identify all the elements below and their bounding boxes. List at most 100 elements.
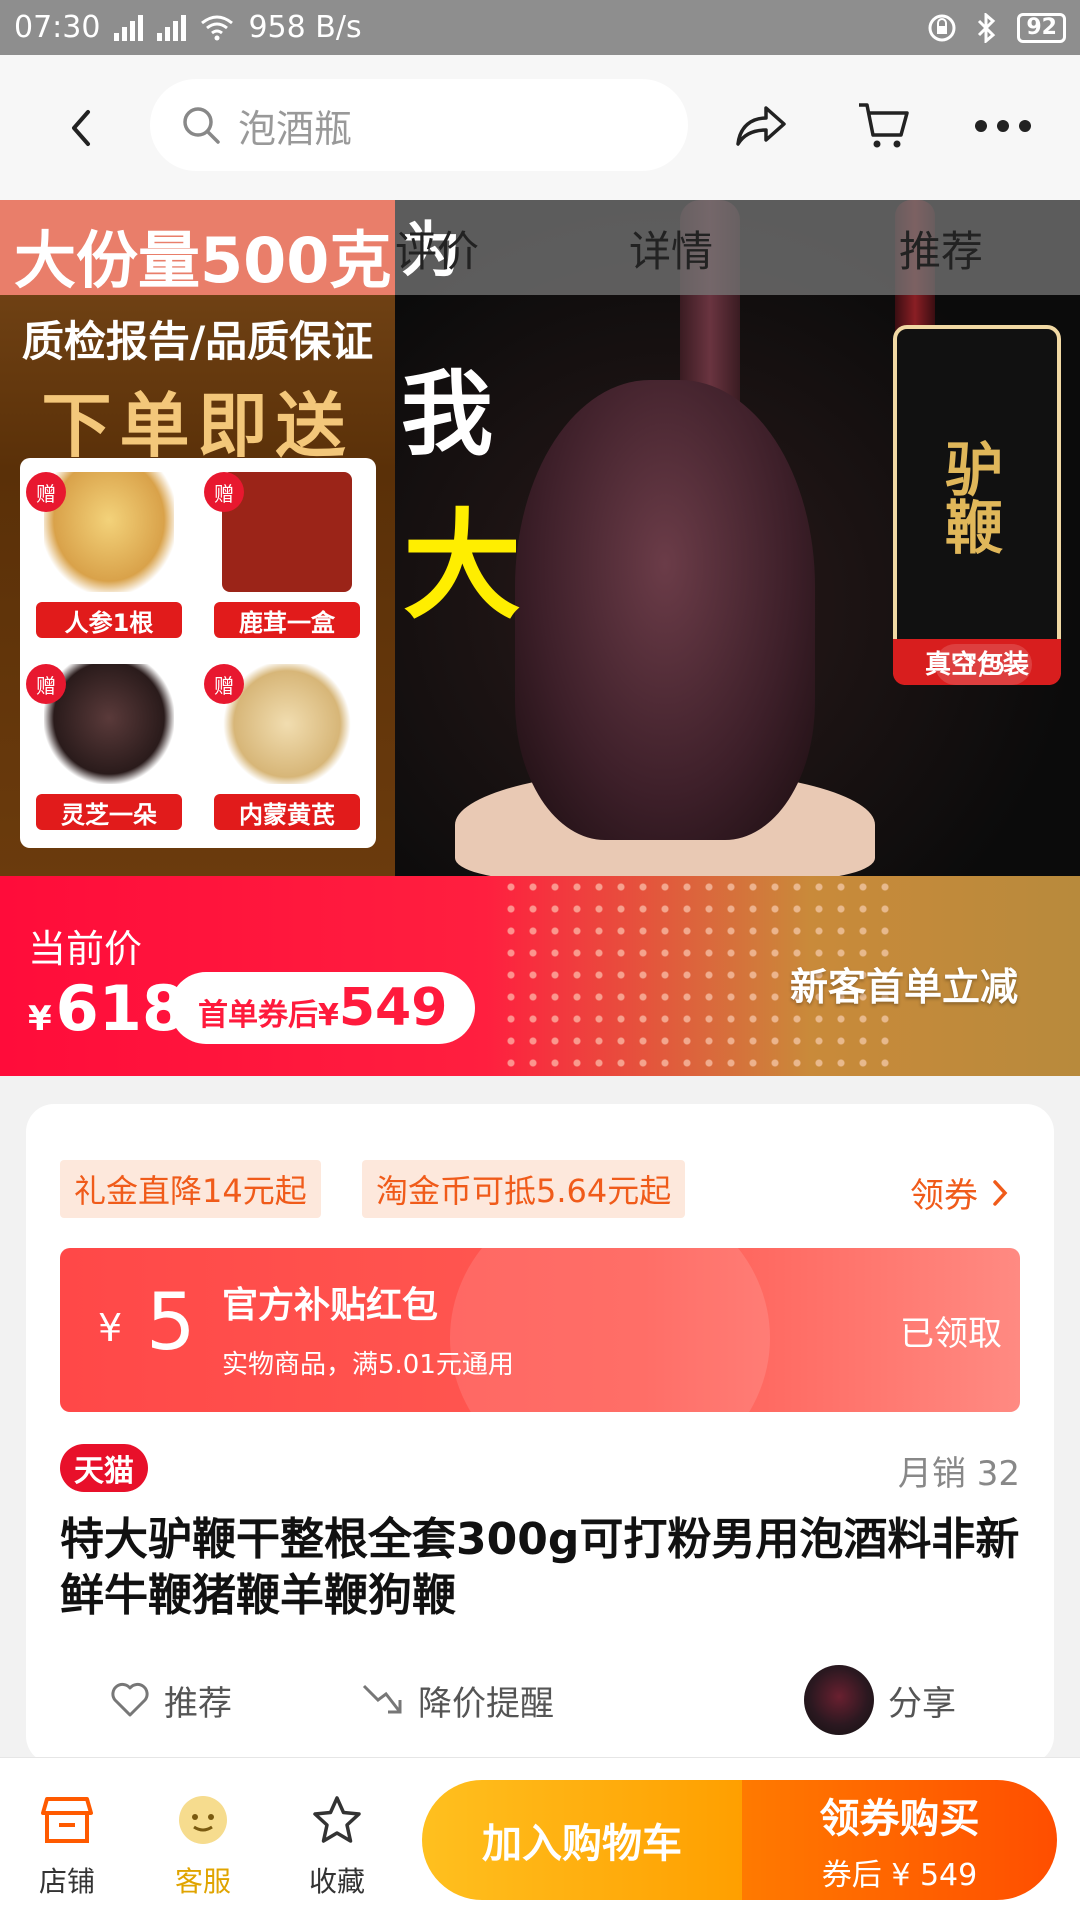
share-action-button[interactable]: 分享 — [804, 1660, 956, 1740]
current-price: ¥ 618 — [28, 972, 185, 1045]
battery-indicator: 92 — [1017, 12, 1066, 43]
share-label: 分享 — [888, 1683, 956, 1724]
service-button[interactable]: 客服 — [148, 1792, 258, 1900]
package-image: 驴鞭 真空包装 — [893, 325, 1061, 685]
product-title: 特大驴鞭干整根全套300g可打粉男用泡酒料非新鲜牛鞭猪鞭羊鞭狗鞭 — [60, 1514, 1020, 1621]
overlay-char: 我 — [401, 361, 494, 468]
red-packet-title: 官方补贴红包 — [222, 1285, 439, 1326]
buy-label: 领券购买 — [819, 1796, 980, 1842]
price-title: 当前价 — [28, 927, 143, 971]
store-icon — [39, 1792, 95, 1848]
gift-panel: 赠 人参1根 赠 鹿茸一盒 赠 灵芝一朵 赠 内蒙黄芪 — [20, 458, 376, 848]
gift-label: 内蒙黄芪 — [214, 794, 360, 830]
gift-label: 灵芝一朵 — [36, 794, 182, 830]
gift-item: 赠 人参1根 — [24, 462, 194, 642]
red-packet-subtitle: 实物商品，满5.01元通用 — [222, 1350, 514, 1380]
buy-price-after-coupon: 券后 ¥ 549 — [821, 1858, 978, 1893]
tmall-badge: 天猫 — [60, 1444, 148, 1492]
get-coupon-link[interactable]: 领券 — [910, 1168, 1008, 1217]
bluetooth-icon — [978, 12, 996, 43]
red-packet-coupon[interactable]: ¥ 5 官方补贴红包 实物商品，满5.01元通用 已领取 — [60, 1248, 1020, 1412]
get-coupon-label: 领券 — [910, 1176, 978, 1216]
coupon-price-value: 549 — [338, 978, 448, 1038]
add-to-cart-button[interactable]: 加入购物车 — [422, 1780, 742, 1900]
recommend-label: 推荐 — [164, 1683, 232, 1724]
tab-details[interactable]: 详情 — [629, 218, 713, 279]
gift-item: 赠 灵芝一朵 — [24, 654, 194, 834]
avatar — [804, 1665, 874, 1735]
service-avatar-icon — [175, 1792, 231, 1848]
red-packet-status: 已领取 — [900, 1314, 1002, 1354]
gift-item: 赠 鹿茸一盒 — [202, 462, 372, 642]
promo-tag[interactable]: 淘金币可抵5.64元起 — [362, 1160, 686, 1218]
red-packet-amount: 5 — [146, 1278, 196, 1368]
status-bar: 07:30 958 B/s 92 — [0, 0, 1080, 55]
product-info-card: 礼金直降14元起 淘金币可抵5.64元起 领券 ¥ 5 官方补贴红包 实物商品，… — [26, 1104, 1054, 1764]
gift-badge: 赠 — [26, 472, 66, 512]
back-button[interactable] — [50, 97, 112, 159]
chevron-left-icon — [72, 109, 90, 146]
lock-rotation-icon — [928, 14, 956, 41]
recommend-button[interactable]: 推荐 — [110, 1660, 232, 1740]
star-icon — [309, 1792, 365, 1848]
net-speed: 958 B/s — [248, 10, 362, 45]
gift-badge: 赠 — [204, 472, 244, 512]
gift-item: 赠 内蒙黄芪 — [202, 654, 372, 834]
service-label: 客服 — [174, 1865, 231, 1898]
gift-badge: 赠 — [204, 664, 244, 704]
heart-icon — [111, 1682, 149, 1717]
package-text: 驴鞭 — [935, 439, 1003, 555]
status-time: 07:30 — [14, 10, 101, 45]
gift-text: 下单即送 — [41, 385, 354, 467]
more-button[interactable] — [972, 95, 1034, 157]
image-counter: 1/5 — [935, 644, 1033, 685]
share-icon — [736, 106, 786, 146]
price-alert-label: 降价提醒 — [418, 1683, 554, 1724]
quality-text: 质检报告/品质保证 — [21, 317, 374, 366]
gift-label: 人参1根 — [36, 602, 182, 638]
store-label: 店铺 — [38, 1865, 95, 1898]
product-page: 07:30 958 B/s 92 泡酒瓶 大份量500克 质检报告/品质保证 下… — [0, 0, 1080, 1920]
signal-icon — [114, 14, 144, 41]
currency-symbol: ¥ — [28, 999, 52, 1039]
wifi-icon — [201, 15, 234, 40]
search-icon — [183, 107, 220, 144]
product-photo: 我 大 驴鞭 真空包装 1/5 — [395, 200, 1080, 876]
favorite-button[interactable]: 收藏 — [282, 1792, 392, 1900]
price-value: 618 — [55, 972, 186, 1045]
cart-button[interactable] — [853, 95, 915, 157]
section-tabs: 为 评价 详情 推荐 — [395, 200, 1080, 295]
overlay-char: 大 — [403, 497, 522, 635]
buy-with-coupon-button[interactable]: 领券购买 券后 ¥ 549 — [742, 1780, 1057, 1900]
monthly-sales: 月销 32 — [897, 1454, 1020, 1494]
bottom-action-bar: 店铺 客服 收藏 加入购物车 领券购买 券后 ¥ 549 — [0, 1757, 1080, 1920]
tab-recommend[interactable]: 推荐 — [899, 218, 983, 279]
gift-badge: 赠 — [26, 664, 66, 704]
share-button[interactable] — [730, 95, 792, 157]
favorite-label: 收藏 — [308, 1865, 365, 1898]
store-button[interactable]: 店铺 — [12, 1792, 122, 1900]
product-gallery[interactable]: 大份量500克 质检报告/品质保证 下单即送 赠 人参1根 赠 鹿茸一盒 赠 灵… — [0, 200, 1080, 876]
price-drop-icon — [362, 1684, 402, 1714]
coupon-price-pill: 首单券后¥ 549 — [170, 972, 476, 1044]
coupon-price-label: 首单券后¥ — [198, 998, 339, 1033]
promo-panel: 大份量500克 质检报告/品质保证 下单即送 赠 人参1根 赠 鹿茸一盒 赠 灵… — [0, 200, 395, 876]
promo-tag[interactable]: 礼金直降14元起 — [60, 1160, 321, 1218]
price-banner: 当前价 ¥ 618 首单券后¥ 549 新客首单立减 — [0, 876, 1080, 1076]
gift-label: 鹿茸一盒 — [214, 602, 360, 638]
new-customer-promo: 新客首单立减 — [790, 965, 1019, 1009]
currency-symbol: ¥ — [98, 1306, 123, 1350]
weight-banner: 大份量500克 — [0, 200, 395, 297]
search-placeholder: 泡酒瓶 — [238, 106, 353, 151]
search-input[interactable]: 泡酒瓶 — [150, 79, 688, 171]
price-alert-button[interactable]: 降价提醒 — [360, 1660, 554, 1740]
cart-icon — [859, 103, 909, 148]
nav-bar: 泡酒瓶 — [0, 55, 1080, 200]
signal-4g-icon — [157, 14, 187, 41]
chevron-right-icon — [993, 1179, 1008, 1206]
product-shape — [515, 380, 815, 840]
action-row: 推荐 降价提醒 分享 — [26, 1660, 1054, 1740]
more-icon — [975, 120, 1031, 132]
tab-reviews[interactable]: 评价 — [395, 218, 479, 279]
yen-watermark — [450, 1248, 770, 1412]
